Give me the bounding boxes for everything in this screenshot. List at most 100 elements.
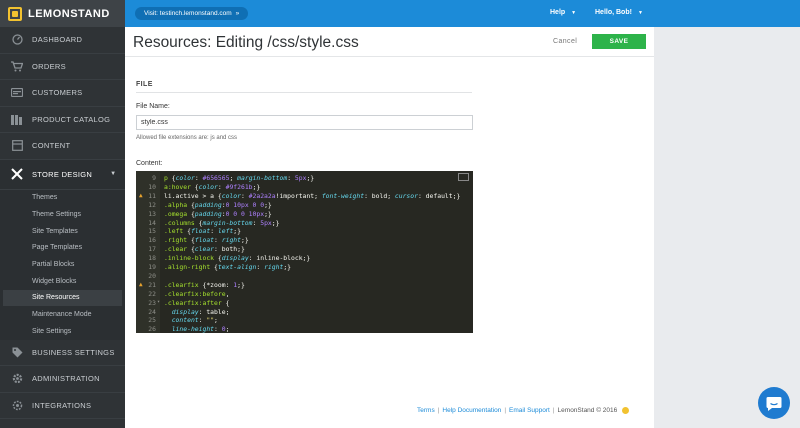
sidebar-item-label: CONTENT xyxy=(32,141,71,151)
line-number: 22 xyxy=(148,289,156,298)
submenu-item-themes[interactable]: Themes xyxy=(0,190,125,207)
code-line: 9 p {color: #656565; margin-bottom: 5px;} xyxy=(136,174,473,183)
code-text: .clear {clear: both;} xyxy=(164,245,245,254)
code-line: 12 .alpha {padding:0 10px 0 0;} xyxy=(136,201,473,210)
customers-icon xyxy=(10,87,24,99)
line-number: 26 xyxy=(148,325,156,333)
code-line: 24 display: table; xyxy=(136,308,473,317)
visit-arrow-icon: » xyxy=(235,10,240,17)
submenu-item-site-resources[interactable]: Site Resources xyxy=(3,289,122,307)
footer-terms-link[interactable]: Terms xyxy=(417,407,435,414)
sidebar-item-label: CUSTOMERS xyxy=(32,88,83,98)
page-title: Resources: Editing /css/style.css xyxy=(133,34,359,51)
submenu-item-partial-blocks[interactable]: Partial Blocks xyxy=(0,256,125,273)
section-divider xyxy=(136,92,472,93)
save-button[interactable]: SAVE xyxy=(592,34,646,49)
code-text: li.active > a {color: #2a2a2a!important;… xyxy=(164,191,461,200)
code-text: a:hover {color: #9f261b;} xyxy=(164,182,261,191)
line-number: 15 xyxy=(148,227,156,236)
lemon-icon xyxy=(622,407,630,414)
code-line: 14 .columns {margin-bottom: 5px;} xyxy=(136,219,473,228)
line-number: 24 xyxy=(148,307,156,316)
code-text: .columns {margin-bottom: 5px;} xyxy=(164,218,280,227)
section-title: FILE xyxy=(136,81,153,88)
line-number: 20 xyxy=(148,271,156,280)
code-text: .right {float: right;} xyxy=(164,236,249,245)
code-text: .omega {padding:0 0 0 10px;} xyxy=(164,209,272,218)
brand-logo[interactable]: LEMONSTAND xyxy=(0,0,125,27)
submenu-item-site-templates[interactable]: Site Templates xyxy=(0,223,125,240)
sidebar-item-administration[interactable]: ADMINISTRATION xyxy=(0,366,125,393)
submenu-item-theme-settings[interactable]: Theme Settings xyxy=(0,206,125,223)
code-line: 25 content: ""; xyxy=(136,316,473,325)
code-line: 23 ▾ .clearfix:after { xyxy=(136,299,473,308)
sidebar-item-label: ADMINISTRATION xyxy=(32,374,100,384)
main-content: Resources: Editing /css/style.css Cancel… xyxy=(125,27,654,428)
footer-separator: | xyxy=(552,407,555,415)
store-design-submenu: Themes Theme Settings Site Templates Pag… xyxy=(0,189,125,340)
sidebar-item-content[interactable]: CONTENT xyxy=(0,133,125,160)
submenu-item-maintenance-mode[interactable]: Maintenance Mode xyxy=(0,306,125,323)
user-greeting: Hello, Bob! xyxy=(595,9,632,16)
code-line: 20 xyxy=(136,272,473,281)
code-line: 22 .clearfix:before, xyxy=(136,290,473,299)
footer-copyright: LemonStand © 2016 xyxy=(557,407,618,415)
sidebar-item-label: STORE DESIGN xyxy=(32,169,93,179)
code-text: p {color: #656565; margin-bottom: 5px;} xyxy=(164,174,315,182)
visit-store-link[interactable]: Visit: testinch.lemonstand.com » xyxy=(135,7,249,20)
sidebar-item-orders[interactable]: ORDERS xyxy=(0,54,125,80)
line-number: 14 xyxy=(148,218,156,227)
file-name-input[interactable] xyxy=(136,115,473,130)
brand-name: LEMONSTAND xyxy=(28,7,110,20)
code-text: .clearfix:before, xyxy=(164,289,230,298)
sidebar-item-integrations[interactable]: INTEGRATIONS xyxy=(0,393,125,420)
code-line: 15 .left {float: left;} xyxy=(136,227,473,236)
chat-bubble-icon xyxy=(766,396,782,411)
footer-separator: | xyxy=(504,407,507,415)
sidebar-item-dashboard[interactable]: DASHBOARD xyxy=(0,27,125,54)
sidebar-item-label: BUSINESS SETTINGS xyxy=(32,347,115,357)
tools-icon xyxy=(10,168,24,180)
submenu-item-widget-blocks[interactable]: Widget Blocks xyxy=(0,273,125,290)
help-menu[interactable]: Help ▼ xyxy=(550,9,576,16)
code-line: 18 .inline-block {display: inline-block;} xyxy=(136,254,473,263)
fold-toggle-icon[interactable]: ▾ xyxy=(157,299,160,305)
submenu-item-page-templates[interactable]: Page Templates xyxy=(0,240,125,257)
code-text: line-height: 0; xyxy=(171,325,230,333)
sidebar-item-business-settings[interactable]: BUSINESS SETTINGS xyxy=(0,340,125,367)
caret-down-icon: ▼ xyxy=(571,10,577,16)
line-number: 12 xyxy=(148,200,156,209)
footer-separator: | xyxy=(437,407,440,415)
code-line: 13 .omega {padding:0 0 0 10px;} xyxy=(136,210,473,219)
submenu-item-site-settings[interactable]: Site Settings xyxy=(0,323,125,340)
sidebar-item-product-catalog[interactable]: PRODUCT CATALOG xyxy=(0,107,125,133)
footer: Terms | Help Documentation | Email Support | L… xyxy=(417,407,630,415)
code-text: .align-right {text-align: right;} xyxy=(164,263,292,271)
content-label: Content: xyxy=(136,160,163,167)
line-number: 13 xyxy=(148,209,156,218)
sidebar-item-customers[interactable]: CUSTOMERS xyxy=(0,80,125,107)
footer-email-support-link[interactable]: Email Support xyxy=(509,407,550,414)
code-line: 11 ▲ li.active > a {color: #2a2a2a!importa… xyxy=(136,192,473,201)
footer-help-docs-link[interactable]: Help Documentation xyxy=(442,407,501,414)
code-editor[interactable]: 9 p {color: #656565; margin-bottom: 5px;}… xyxy=(136,171,473,333)
warning-icon: ▲ xyxy=(139,191,143,199)
caret-down-icon: ▼ xyxy=(637,10,643,16)
gear-icon xyxy=(10,373,24,385)
page-header: Resources: Editing /css/style.css Cancel… xyxy=(125,27,654,57)
code-text: .clearfix:after { xyxy=(164,298,230,307)
tag-icon xyxy=(10,346,24,358)
chat-widget-button[interactable] xyxy=(758,387,790,419)
dashboard-icon xyxy=(10,34,24,46)
line-number: 17 xyxy=(148,245,156,254)
line-number: 23 xyxy=(148,298,156,307)
code-line: 10 a:hover {color: #9f261b;} xyxy=(136,183,473,192)
user-menu[interactable]: Hello, Bob! ▼ xyxy=(595,9,643,16)
cancel-button[interactable]: Cancel xyxy=(553,38,577,45)
code-line: 21 ▲ .clearfix {*zoom: 1;} xyxy=(136,281,473,290)
code-line: 19 .align-right {text-align: right;} xyxy=(136,263,473,272)
line-number: 10 xyxy=(148,182,156,191)
file-name-label: File Name: xyxy=(136,103,170,110)
top-bar: Visit: testinch.lemonstand.com » Help ▼ H… xyxy=(125,0,800,27)
sidebar-item-store-design[interactable]: STORE DESIGN ▼ xyxy=(0,159,125,190)
